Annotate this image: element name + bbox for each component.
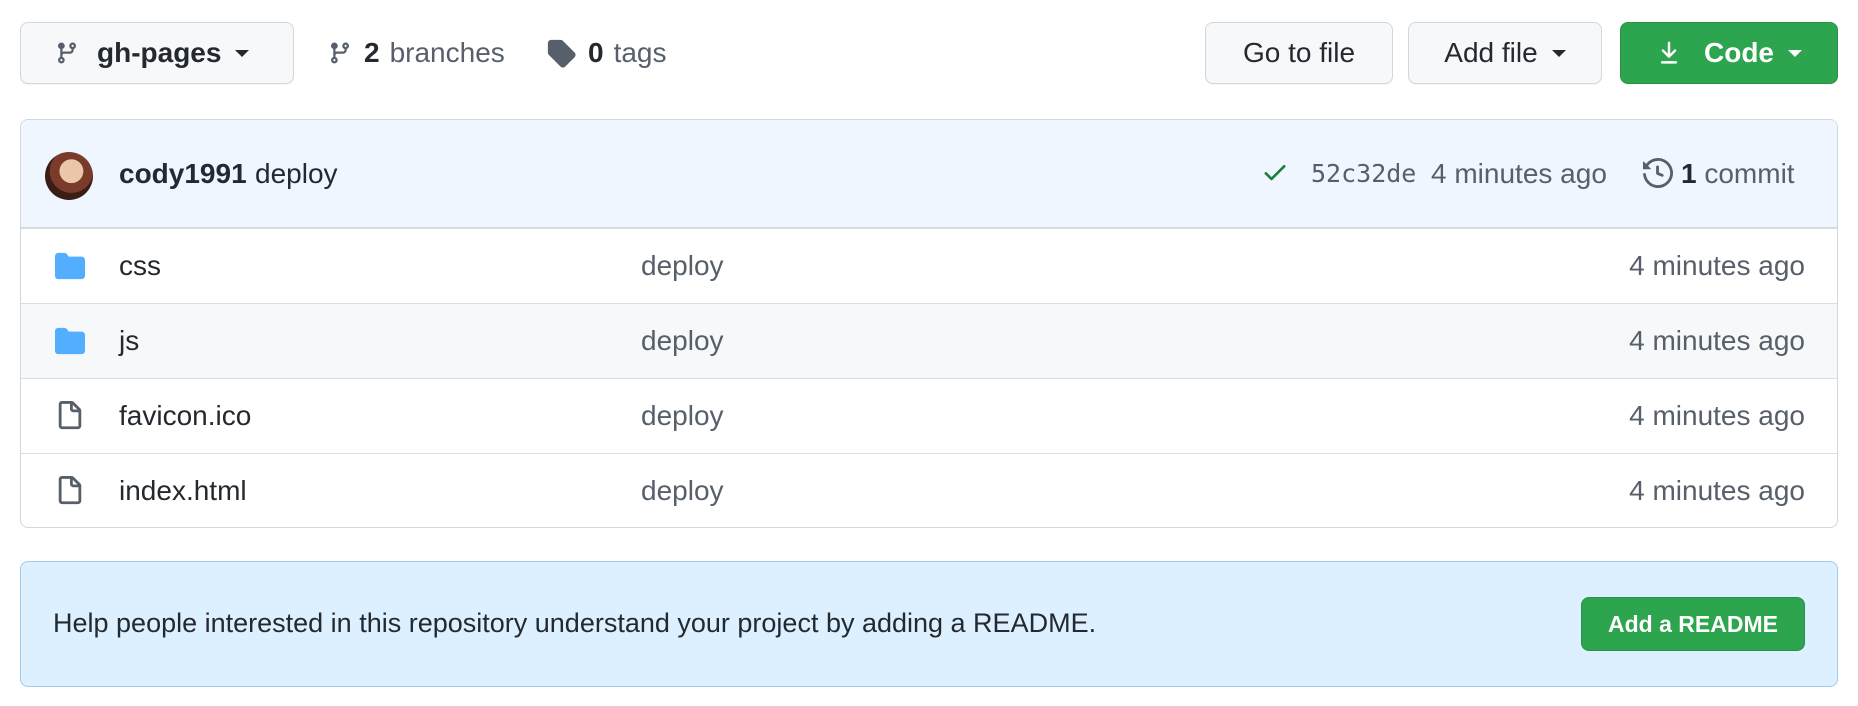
commit-message[interactable]: deploy xyxy=(255,158,338,190)
add-file-button[interactable]: Add file xyxy=(1408,22,1602,84)
file-name[interactable]: favicon.ico xyxy=(119,400,251,432)
file-icon xyxy=(58,476,82,505)
tag-icon xyxy=(547,39,576,68)
file-commit-time: 4 minutes ago xyxy=(1629,400,1805,431)
file-row[interactable]: index.html deploy 4 minutes ago xyxy=(21,453,1837,527)
download-icon xyxy=(1660,41,1678,64)
file-name[interactable]: index.html xyxy=(119,475,247,507)
file-commit-message[interactable]: deploy xyxy=(641,250,724,282)
code-label: Code xyxy=(1704,37,1774,68)
branch-name: gh-pages xyxy=(97,37,222,68)
commit-count-label: commit xyxy=(1704,157,1795,189)
tags-link[interactable]: 0 tags xyxy=(546,22,667,84)
tags-label: tags xyxy=(613,37,667,68)
commit-count: 1 xyxy=(1681,157,1697,189)
file-icon xyxy=(58,401,82,430)
git-branch-icon xyxy=(331,42,349,64)
file-commit-message[interactable]: deploy xyxy=(641,400,724,432)
latest-commit-bar: cody1991 deploy 52c32de 4 minutes ago 1 … xyxy=(21,120,1837,228)
branches-link[interactable]: 2 branches xyxy=(328,22,505,84)
file-commit-message[interactable]: deploy xyxy=(641,475,724,507)
branches-count: 2 xyxy=(364,37,380,68)
file-browser: cody1991 deploy 52c32de 4 minutes ago 1 … xyxy=(20,119,1838,528)
commit-sha[interactable]: 52c32de xyxy=(1311,159,1416,188)
readme-prompt-banner: Help people interested in this repositor… xyxy=(20,561,1838,687)
file-commit-message[interactable]: deploy xyxy=(641,325,724,357)
chevron-down-icon xyxy=(1551,49,1566,57)
chevron-down-icon xyxy=(1788,49,1802,57)
git-branch-icon xyxy=(58,42,76,64)
branches-label: branches xyxy=(389,37,505,68)
readme-prompt-text: Help people interested in this repositor… xyxy=(53,608,1097,638)
add-file-label: Add file xyxy=(1444,37,1538,68)
file-name[interactable]: js xyxy=(119,325,139,357)
go-to-file-label: Go to file xyxy=(1242,37,1356,68)
code-button[interactable]: Code xyxy=(1620,22,1838,84)
file-name[interactable]: css xyxy=(119,250,161,282)
history-icon xyxy=(1643,158,1673,188)
folder-icon xyxy=(55,327,85,355)
file-commit-time: 4 minutes ago xyxy=(1629,325,1805,356)
commit-author[interactable]: cody1991 xyxy=(119,158,247,190)
file-row[interactable]: css deploy 4 minutes ago xyxy=(21,228,1837,303)
file-row[interactable]: favicon.ico deploy 4 minutes ago xyxy=(21,378,1837,453)
commits-link[interactable]: 1 commit xyxy=(1681,158,1795,190)
repo-toolbar: gh-pages 2 branches 0 tags Go to file Ad… xyxy=(20,22,1838,86)
branch-select-button[interactable]: gh-pages xyxy=(20,22,294,84)
file-commit-time: 4 minutes ago xyxy=(1629,250,1805,281)
check-icon[interactable] xyxy=(1261,158,1289,186)
file-commit-time: 4 minutes ago xyxy=(1629,475,1805,506)
go-to-file-button[interactable]: Go to file xyxy=(1205,22,1393,84)
chevron-down-icon xyxy=(235,49,250,57)
folder-icon xyxy=(55,252,85,280)
avatar[interactable] xyxy=(45,152,93,200)
file-row[interactable]: js deploy 4 minutes ago xyxy=(21,303,1837,378)
add-readme-button[interactable]: Add a README xyxy=(1581,597,1805,651)
commit-time: 4 minutes ago xyxy=(1431,157,1607,189)
tags-count: 0 xyxy=(588,37,604,68)
